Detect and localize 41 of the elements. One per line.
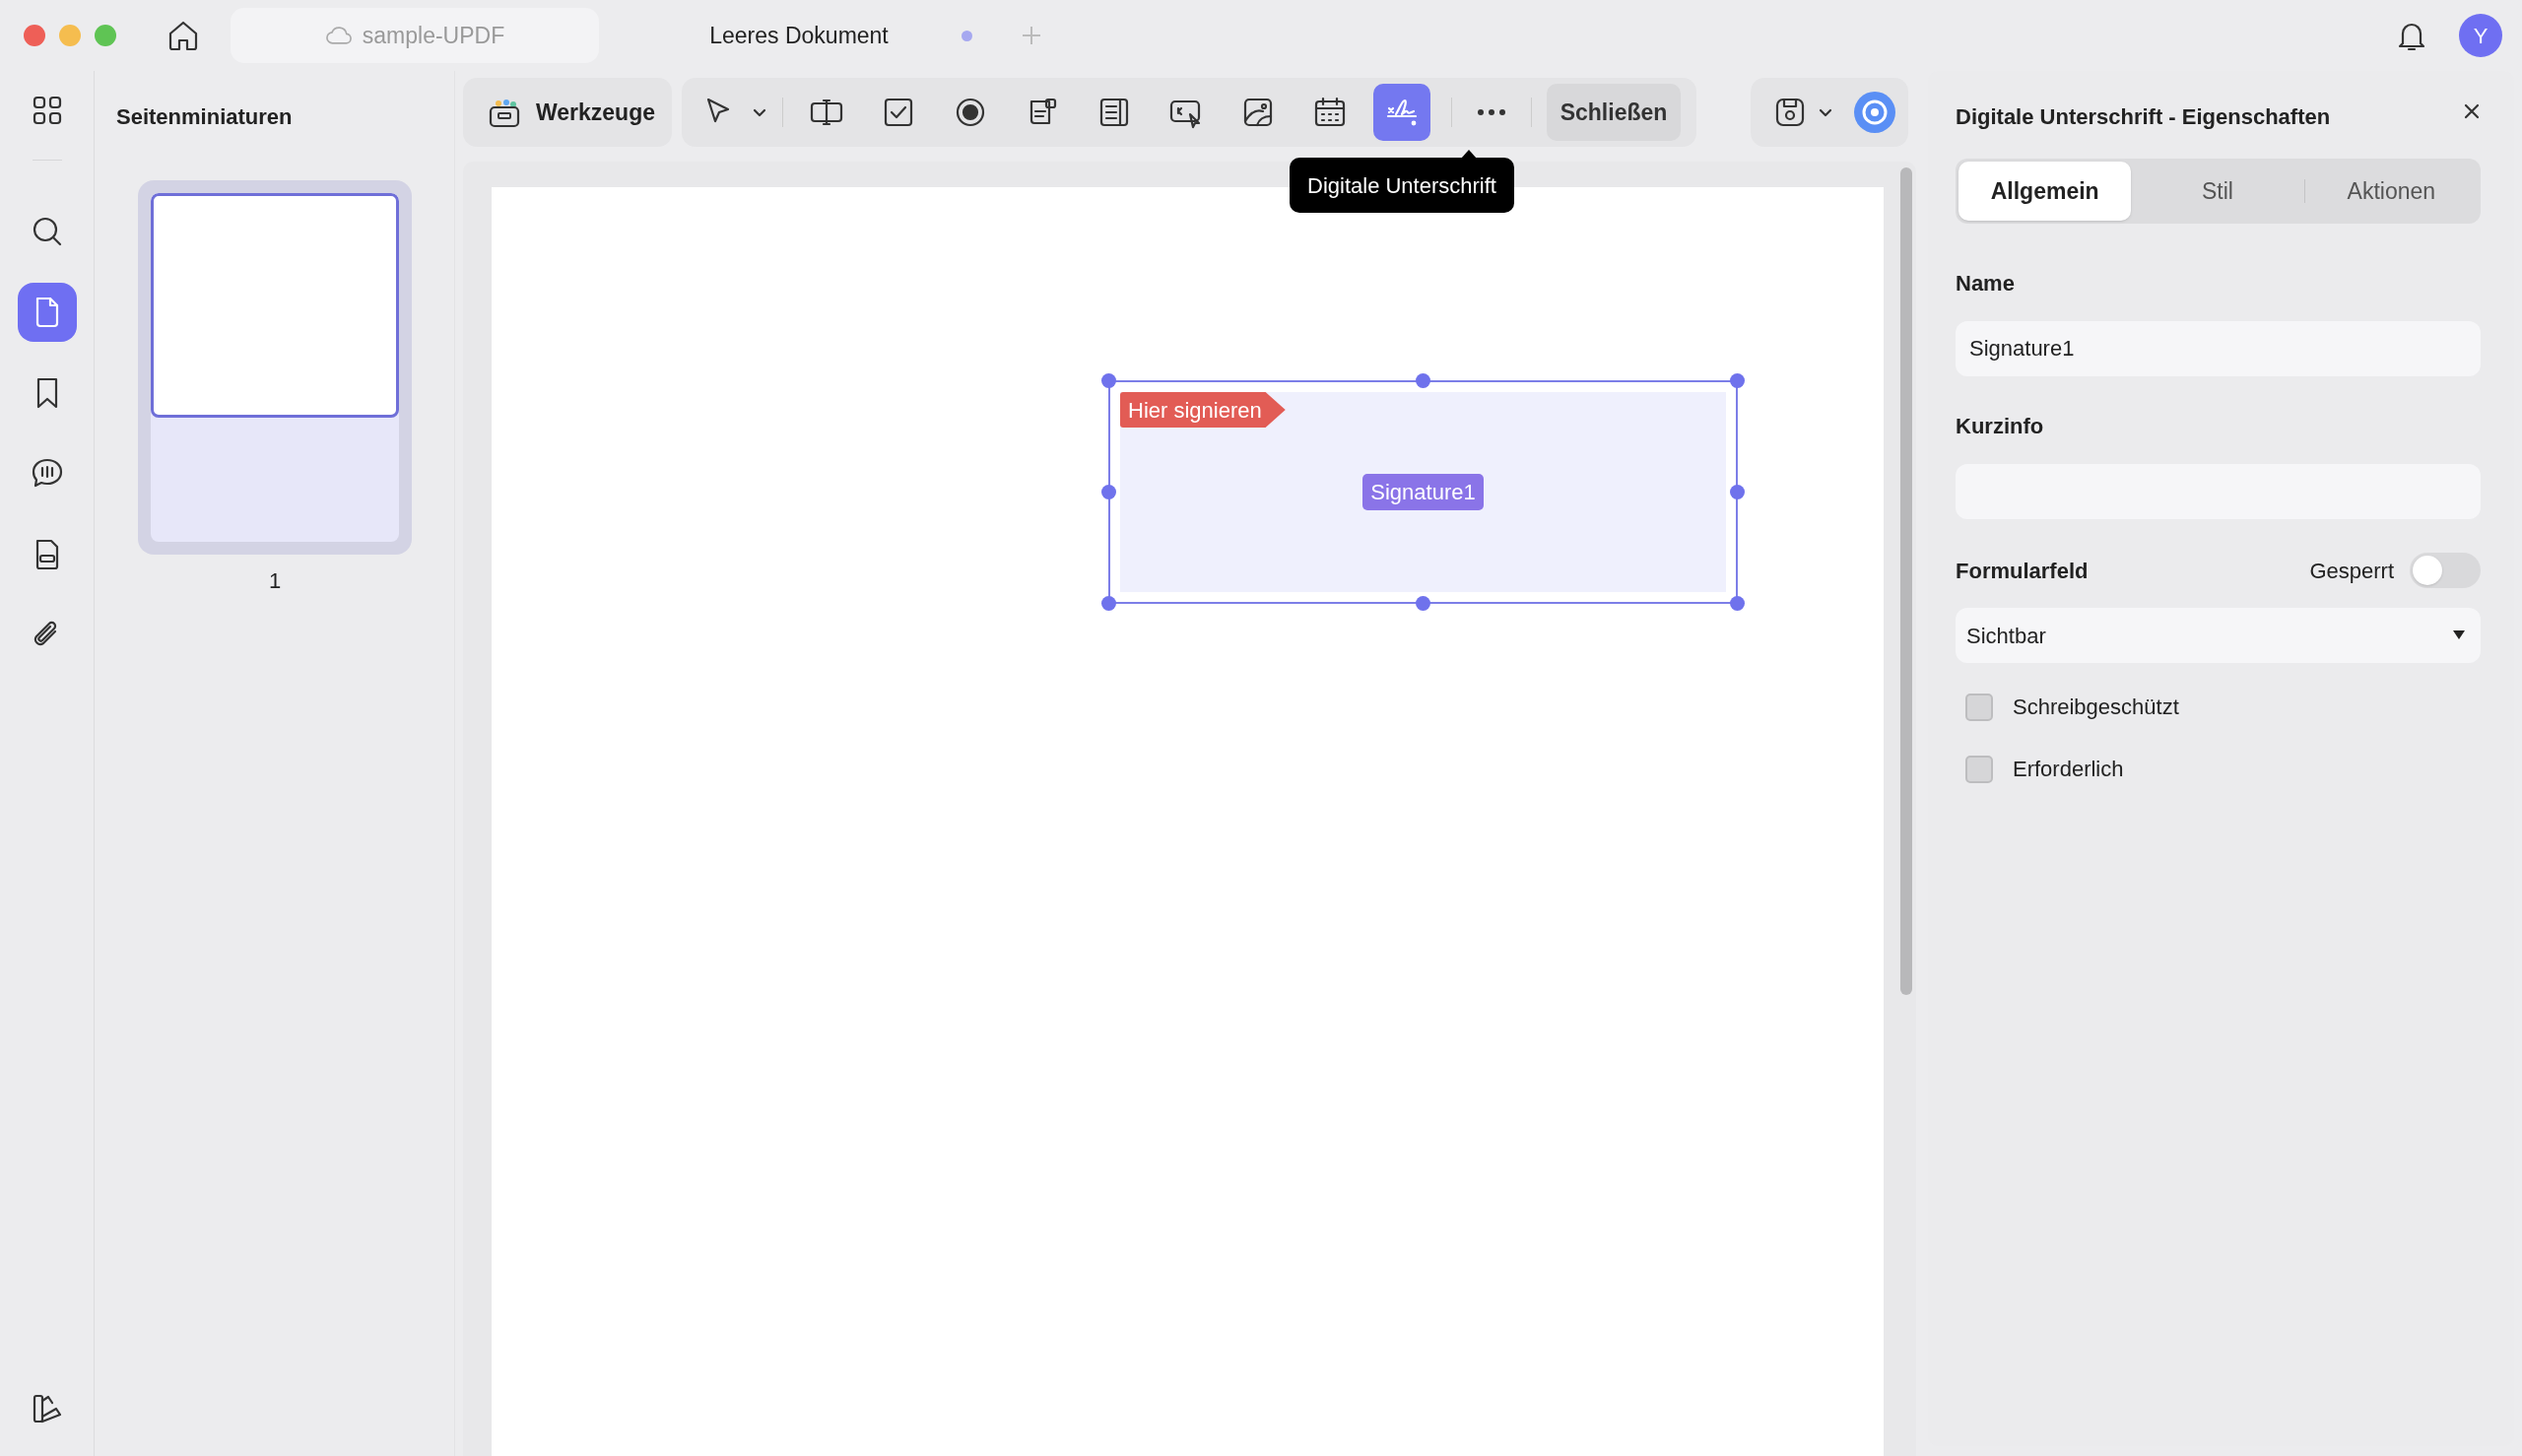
more-icon[interactable]: [1477, 108, 1506, 116]
close-window-button[interactable]: [24, 25, 45, 46]
panel-title: Digitale Unterschrift - Eigenschaften: [1956, 103, 2331, 131]
ai-assistant-icon[interactable]: [1853, 91, 1896, 134]
resize-handle[interactable]: [1730, 373, 1745, 388]
tools-button[interactable]: Werkzeuge: [463, 78, 672, 147]
field-label: Name: [1956, 270, 2016, 298]
resize-handle[interactable]: [1416, 596, 1430, 611]
panel-tab[interactable]: Allgemein: [1958, 162, 2132, 221]
resize-handle[interactable]: [1101, 596, 1116, 611]
toggle-label: Gesperrt: [2309, 557, 2394, 585]
page-number: 1: [267, 567, 283, 595]
dropdown-arrow-icon: [2453, 630, 2465, 640]
name-field[interactable]: Signature1: [1956, 321, 2481, 376]
visibility-dropdown[interactable]: Sichtbar: [1956, 608, 2481, 663]
field-label: Kurzinfo: [1956, 413, 2045, 440]
tooltip: Digitale Unterschrift: [1290, 158, 1514, 213]
page-thumbnail[interactable]: [138, 180, 412, 555]
panel-tab[interactable]: Aktionen: [2304, 162, 2478, 221]
checkbox[interactable]: [1965, 693, 1993, 721]
tooltip-arrow: [1461, 150, 1477, 159]
resize-handle[interactable]: [1730, 485, 1745, 499]
close-form-button[interactable]: Schließen: [1547, 84, 1681, 141]
sign-here-tag: Hier signieren: [1120, 392, 1286, 428]
locked-toggle[interactable]: [2410, 553, 2481, 588]
resize-handle[interactable]: [1101, 373, 1116, 388]
scrollbar-thumb[interactable]: [1900, 167, 1912, 995]
checkbox-label: Schreibgeschützt: [2013, 694, 2179, 721]
resize-handle[interactable]: [1730, 596, 1745, 611]
document-tab[interactable]: Leeres Dokument: [617, 8, 981, 63]
signature-field[interactable]: Hier signieren Signature1: [1108, 380, 1738, 604]
panel-title: Seitenminiaturen: [116, 103, 294, 131]
field-name-label: Signature1: [1362, 474, 1484, 510]
checkbox[interactable]: [1965, 755, 1993, 783]
resize-handle[interactable]: [1416, 373, 1430, 388]
close-icon[interactable]: [2463, 101, 2481, 120]
checkbox-label: Erforderlich: [2013, 756, 2124, 783]
user-avatar[interactable]: Y: [2459, 14, 2502, 57]
field-label: Formularfeld: [1956, 557, 2090, 585]
resize-handle[interactable]: [1101, 485, 1116, 499]
panel-tab[interactable]: Stil: [2131, 162, 2304, 221]
